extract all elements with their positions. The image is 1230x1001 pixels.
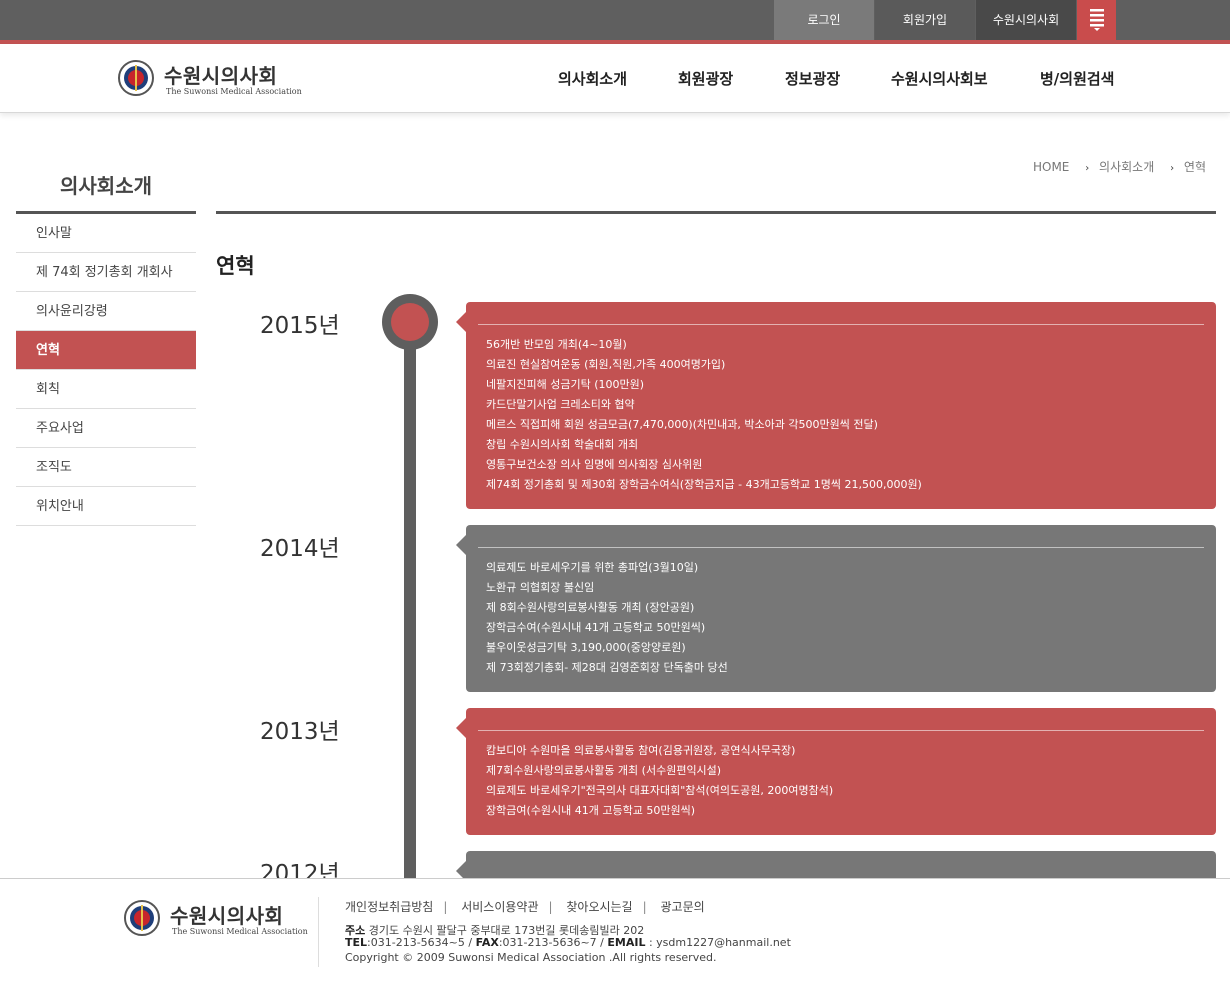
sidebar-item-ethics[interactable]: 의사윤리강령 — [16, 292, 196, 331]
footer-copyright: Copyright © 2009 Suwonsi Medical Associa… — [345, 951, 717, 964]
timeline-item: 제7회수원사랑의료봉사활동 개최 (서수원편익시설) — [486, 764, 722, 777]
timeline-item: 의료제도 바로세우기"전국의사 대표자대회"참석(여의도공원, 200여명참석) — [486, 784, 834, 797]
timeline-item: 카드단말기사업 크레소티와 협약 — [486, 398, 635, 411]
nav-item-clinic-search[interactable]: 병/의원검색 — [1040, 68, 1114, 89]
logo-title: 수원시의사회 — [164, 64, 278, 88]
sidebar-item-org-chart[interactable]: 조직도 — [16, 448, 196, 487]
association-emblem-icon — [124, 900, 160, 936]
year-label: 2013년 — [260, 719, 340, 745]
footer-links: 개인정보취급방침 | 서비스이용약관 | 찾아오시는길 | 광고문의 — [345, 900, 705, 914]
tel-label: TEL — [345, 936, 368, 949]
association-button[interactable]: 수원시의사회 — [976, 0, 1076, 40]
year-label: 2015년 — [260, 313, 340, 339]
content-divider — [216, 211, 1216, 214]
timeline-item: 불우이웃성금기탁 3,190,000(중앙양로원) — [486, 641, 686, 654]
header: 수원시의사회 The Suwonsi Medical Association 의… — [0, 44, 1230, 113]
timeline-item: 영통구보건소장 의사 임명에 의사회장 심사위원 — [486, 458, 703, 471]
breadcrumb: HOME › 의사회소개 › 연혁 — [1033, 158, 1206, 175]
timeline-item: 의료진 현실참여운동 (회원,직원,가족 400여명가입) — [486, 358, 726, 371]
fax-value: :031-213-5636~7 / — [498, 936, 608, 949]
sidebar-item-location[interactable]: 위치안내 — [16, 487, 196, 526]
timeline-item: 제 8회수원사랑의료봉사활동 개최 (장안공원) — [486, 601, 695, 614]
sidebar-item-history[interactable]: 연혁 — [16, 331, 196, 370]
timeline-axis — [404, 330, 416, 890]
breadcrumb-home[interactable]: HOME — [1033, 160, 1069, 174]
footer-logo-subtitle: The Suwonsi Medical Association — [172, 927, 308, 936]
timeline-dot — [382, 294, 438, 350]
timeline-item: 캄보디아 수원마을 의료봉사활동 참여(김용귀원장, 공연식사무국장) — [486, 744, 796, 757]
sidebar-menu: 인사말 제 74회 정기총회 개회사 의사윤리강령 연혁 회칙 주요사업 조직도… — [16, 214, 196, 526]
email-value: : ysdm1227@hanmail.net — [648, 936, 791, 949]
sidebar-item-projects[interactable]: 주요사업 — [16, 409, 196, 448]
timeline-box: 캄보디아 수원마을 의료봉사활동 참여(김용귀원장, 공연식사무국장) 제7회수… — [456, 708, 1216, 835]
timeline-item: 의료제도 바로세우기를 위한 총파업(3월10일) — [486, 561, 699, 574]
top-utility-bar: 로그인 회원가입 수원시의사회 — [0, 0, 1230, 40]
tel-value: :031-213-5634~5 / — [367, 936, 476, 949]
sidebar-item-greeting[interactable]: 인사말 — [16, 214, 196, 253]
footer-contact: TEL:031-213-5634~5 / FAX:031-213-5636~7 … — [345, 936, 791, 949]
sidebar-item-opening-speech[interactable]: 제 74회 정기총회 개회사 — [16, 253, 196, 292]
timeline-item: 장학금여(수원시내 41개 고등학교 50만원씩) — [486, 804, 695, 817]
footer-divider — [318, 897, 319, 967]
footer-link-advertising[interactable]: 광고문의 — [660, 900, 704, 914]
nav-item-info[interactable]: 정보광장 — [785, 68, 840, 89]
timeline-item: 제74회 정기총회 및 제30회 장학금수여식(장학금지급 - 43개고등학교 … — [486, 478, 922, 491]
menu-icon — [1089, 9, 1104, 31]
nav-item-newsletter[interactable]: 수원시의사회보 — [891, 68, 988, 89]
timeline-item: 제 73회정기총회- 제28대 김영준회장 단독출마 당선 — [486, 661, 728, 674]
year-label: 2014년 — [260, 536, 340, 562]
timeline-item: 창립 수원시의사회 학술대회 개최 — [486, 438, 639, 451]
fax-label: FAX — [475, 936, 499, 949]
chevron-right-icon: › — [1170, 163, 1175, 174]
chevron-right-icon: › — [1085, 163, 1090, 174]
nav-item-members[interactable]: 회원광장 — [678, 68, 733, 89]
footer: 수원시의사회 The Suwonsi Medical Association 개… — [0, 878, 1230, 1001]
timeline-item: 56개반 반모임 개최(4~10월) — [486, 338, 627, 351]
page-title: 연혁 — [216, 254, 255, 278]
timeline-item: 장학금수여(수원시내 41개 고등학교 50만원씩) — [486, 621, 706, 634]
breadcrumb-current: 연혁 — [1183, 160, 1206, 174]
timeline-item: 네팔지진피해 성금기탁 (100만원) — [486, 378, 645, 391]
timeline-box: 56개반 반모임 개최(4~10월) 의료진 현실참여운동 (회원,직원,가족 … — [456, 302, 1216, 509]
timeline-box: 의료제도 바로세우기를 위한 총파업(3월10일) 노환규 의협회장 불신임 제… — [456, 525, 1216, 692]
timeline-item: 노환규 의협회장 불신임 — [486, 581, 595, 594]
breadcrumb-section[interactable]: 의사회소개 — [1099, 160, 1154, 174]
sidebar-title: 의사회소개 — [60, 174, 152, 198]
email-label: EMAIL — [607, 936, 646, 949]
join-button[interactable]: 회원가입 — [875, 0, 975, 40]
nav-item-intro[interactable]: 의사회소개 — [558, 68, 627, 89]
logo-subtitle: The Suwonsi Medical Association — [166, 87, 302, 96]
menu-button[interactable] — [1077, 0, 1116, 40]
timeline-item: 메르스 직접피해 회원 성금모금(7,470,000)(차민내과, 박소아과 각… — [486, 418, 878, 431]
footer-link-terms[interactable]: 서비스이용약관 — [461, 900, 538, 914]
footer-link-privacy[interactable]: 개인정보취급방침 — [345, 900, 433, 914]
footer-logo-title: 수원시의사회 — [170, 904, 284, 928]
association-emblem-icon — [118, 60, 154, 96]
footer-link-directions[interactable]: 찾아오시는길 — [566, 900, 632, 914]
sidebar-item-bylaws[interactable]: 회칙 — [16, 370, 196, 409]
login-button[interactable]: 로그인 — [774, 0, 874, 40]
